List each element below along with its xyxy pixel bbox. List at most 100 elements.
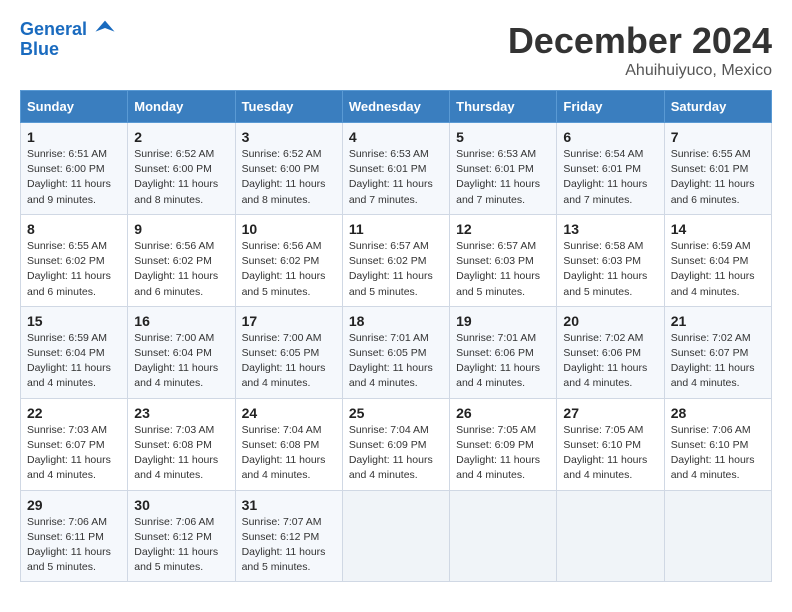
day-number: 10 bbox=[242, 221, 336, 237]
day-number: 18 bbox=[349, 313, 443, 329]
calendar-cell: 1 Sunrise: 6:51 AM Sunset: 6:00 PM Daylig… bbox=[21, 123, 128, 215]
day-number: 26 bbox=[456, 405, 550, 421]
calendar-cell: 12 Sunrise: 6:57 AM Sunset: 6:03 PM Dayli… bbox=[450, 214, 557, 306]
day-number: 5 bbox=[456, 129, 550, 145]
day-info: Sunrise: 6:56 AM Sunset: 6:02 PM Dayligh… bbox=[134, 239, 228, 300]
calendar-cell: 18 Sunrise: 7:01 AM Sunset: 6:05 PM Dayli… bbox=[342, 306, 449, 398]
calendar-cell: 30 Sunrise: 7:06 AM Sunset: 6:12 PM Dayli… bbox=[128, 490, 235, 582]
calendar-cell: 6 Sunrise: 6:54 AM Sunset: 6:01 PM Daylig… bbox=[557, 123, 664, 215]
day-number: 9 bbox=[134, 221, 228, 237]
calendar-cell: 14 Sunrise: 6:59 AM Sunset: 6:04 PM Dayli… bbox=[664, 214, 771, 306]
day-info: Sunrise: 6:57 AM Sunset: 6:03 PM Dayligh… bbox=[456, 239, 550, 300]
calendar-week-row: 15Sunrise: 6:59 AM Sunset: 6:04 PM Dayli… bbox=[21, 306, 772, 398]
day-number: 28 bbox=[671, 405, 765, 421]
day-info: Sunrise: 6:52 AM Sunset: 6:00 PM Dayligh… bbox=[134, 147, 228, 208]
day-info: Sunrise: 7:06 AM Sunset: 6:12 PM Dayligh… bbox=[134, 515, 228, 576]
day-number: 13 bbox=[563, 221, 657, 237]
day-header-monday: Monday bbox=[128, 91, 235, 123]
day-header-sunday: Sunday bbox=[21, 91, 128, 123]
day-info: Sunrise: 7:04 AM Sunset: 6:09 PM Dayligh… bbox=[349, 423, 443, 484]
day-info: Sunrise: 7:00 AM Sunset: 6:05 PM Dayligh… bbox=[242, 331, 336, 392]
calendar-cell: 15Sunrise: 6:59 AM Sunset: 6:04 PM Dayli… bbox=[21, 306, 128, 398]
day-number: 12 bbox=[456, 221, 550, 237]
day-info: Sunrise: 6:57 AM Sunset: 6:02 PM Dayligh… bbox=[349, 239, 443, 300]
day-info: Sunrise: 6:56 AM Sunset: 6:02 PM Dayligh… bbox=[242, 239, 336, 300]
day-number: 14 bbox=[671, 221, 765, 237]
calendar-cell: 19 Sunrise: 7:01 AM Sunset: 6:06 PM Dayli… bbox=[450, 306, 557, 398]
day-number: 31 bbox=[242, 497, 336, 513]
calendar-cell: 31 Sunrise: 7:07 AM Sunset: 6:12 PM Dayli… bbox=[235, 490, 342, 582]
calendar-cell: 25 Sunrise: 7:04 AM Sunset: 6:09 PM Dayli… bbox=[342, 398, 449, 490]
day-number: 25 bbox=[349, 405, 443, 421]
day-number: 27 bbox=[563, 405, 657, 421]
day-number: 8 bbox=[27, 221, 121, 237]
calendar-cell: 16Sunrise: 7:00 AM Sunset: 6:04 PM Dayli… bbox=[128, 306, 235, 398]
day-number: 23 bbox=[134, 405, 228, 421]
day-number: 20 bbox=[563, 313, 657, 329]
day-header-wednesday: Wednesday bbox=[342, 91, 449, 123]
month-title: December 2024 bbox=[508, 20, 772, 62]
day-info: Sunrise: 7:02 AM Sunset: 6:06 PM Dayligh… bbox=[563, 331, 657, 392]
calendar-cell: 4 Sunrise: 6:53 AM Sunset: 6:01 PM Daylig… bbox=[342, 123, 449, 215]
day-number: 19 bbox=[456, 313, 550, 329]
day-header-tuesday: Tuesday bbox=[235, 91, 342, 123]
day-number: 7 bbox=[671, 129, 765, 145]
day-info: Sunrise: 6:53 AM Sunset: 6:01 PM Dayligh… bbox=[456, 147, 550, 208]
day-info: Sunrise: 6:53 AM Sunset: 6:01 PM Dayligh… bbox=[349, 147, 443, 208]
calendar-cell: 21 Sunrise: 7:02 AM Sunset: 6:07 PM Dayli… bbox=[664, 306, 771, 398]
calendar-week-row: 8 Sunrise: 6:55 AM Sunset: 6:02 PM Daylig… bbox=[21, 214, 772, 306]
logo-text-blue: Blue bbox=[20, 40, 116, 60]
calendar-week-row: 1 Sunrise: 6:51 AM Sunset: 6:00 PM Daylig… bbox=[21, 123, 772, 215]
calendar-week-row: 29Sunrise: 7:06 AM Sunset: 6:11 PM Dayli… bbox=[21, 490, 772, 582]
calendar-cell: 22 Sunrise: 7:03 AM Sunset: 6:07 PM Dayli… bbox=[21, 398, 128, 490]
day-number: 4 bbox=[349, 129, 443, 145]
day-number: 16 bbox=[134, 313, 228, 329]
day-info: Sunrise: 6:55 AM Sunset: 6:02 PM Dayligh… bbox=[27, 239, 121, 300]
calendar-table: SundayMondayTuesdayWednesdayThursdayFrid… bbox=[20, 90, 772, 582]
calendar-cell bbox=[450, 490, 557, 582]
logo: General Blue bbox=[20, 20, 116, 60]
day-info: Sunrise: 6:51 AM Sunset: 6:00 PM Dayligh… bbox=[27, 147, 121, 208]
day-number: 17 bbox=[242, 313, 336, 329]
calendar-week-row: 22 Sunrise: 7:03 AM Sunset: 6:07 PM Dayli… bbox=[21, 398, 772, 490]
day-number: 24 bbox=[242, 405, 336, 421]
day-info: Sunrise: 7:04 AM Sunset: 6:08 PM Dayligh… bbox=[242, 423, 336, 484]
logo-text-general: General bbox=[20, 19, 87, 39]
calendar-cell bbox=[664, 490, 771, 582]
day-number: 2 bbox=[134, 129, 228, 145]
day-number: 29 bbox=[27, 497, 121, 513]
day-info: Sunrise: 7:05 AM Sunset: 6:09 PM Dayligh… bbox=[456, 423, 550, 484]
calendar-cell: 9 Sunrise: 6:56 AM Sunset: 6:02 PM Daylig… bbox=[128, 214, 235, 306]
day-info: Sunrise: 6:59 AM Sunset: 6:04 PM Dayligh… bbox=[671, 239, 765, 300]
calendar-cell: 23 Sunrise: 7:03 AM Sunset: 6:08 PM Dayli… bbox=[128, 398, 235, 490]
day-info: Sunrise: 7:01 AM Sunset: 6:06 PM Dayligh… bbox=[456, 331, 550, 392]
calendar-cell bbox=[557, 490, 664, 582]
day-info: Sunrise: 6:52 AM Sunset: 6:00 PM Dayligh… bbox=[242, 147, 336, 208]
page-header: General Blue December 2024 Ahuihuiyuco, … bbox=[20, 20, 772, 80]
calendar-cell: 29Sunrise: 7:06 AM Sunset: 6:11 PM Dayli… bbox=[21, 490, 128, 582]
calendar-cell: 20 Sunrise: 7:02 AM Sunset: 6:06 PM Dayli… bbox=[557, 306, 664, 398]
calendar-cell: 17 Sunrise: 7:00 AM Sunset: 6:05 PM Dayli… bbox=[235, 306, 342, 398]
day-info: Sunrise: 7:01 AM Sunset: 6:05 PM Dayligh… bbox=[349, 331, 443, 392]
calendar-cell: 11 Sunrise: 6:57 AM Sunset: 6:02 PM Dayli… bbox=[342, 214, 449, 306]
location: Ahuihuiyuco, Mexico bbox=[508, 62, 772, 80]
day-info: Sunrise: 7:05 AM Sunset: 6:10 PM Dayligh… bbox=[563, 423, 657, 484]
day-info: Sunrise: 7:03 AM Sunset: 6:08 PM Dayligh… bbox=[134, 423, 228, 484]
day-number: 6 bbox=[563, 129, 657, 145]
calendar-cell: 8 Sunrise: 6:55 AM Sunset: 6:02 PM Daylig… bbox=[21, 214, 128, 306]
day-info: Sunrise: 7:07 AM Sunset: 6:12 PM Dayligh… bbox=[242, 515, 336, 576]
calendar-cell: 2 Sunrise: 6:52 AM Sunset: 6:00 PM Daylig… bbox=[128, 123, 235, 215]
day-info: Sunrise: 6:55 AM Sunset: 6:01 PM Dayligh… bbox=[671, 147, 765, 208]
calendar-cell: 26 Sunrise: 7:05 AM Sunset: 6:09 PM Dayli… bbox=[450, 398, 557, 490]
day-number: 22 bbox=[27, 405, 121, 421]
days-header-row: SundayMondayTuesdayWednesdayThursdayFrid… bbox=[21, 91, 772, 123]
day-number: 1 bbox=[27, 129, 121, 145]
day-number: 30 bbox=[134, 497, 228, 513]
calendar-cell: 24 Sunrise: 7:04 AM Sunset: 6:08 PM Dayli… bbox=[235, 398, 342, 490]
day-number: 11 bbox=[349, 221, 443, 237]
calendar-cell: 10 Sunrise: 6:56 AM Sunset: 6:02 PM Dayli… bbox=[235, 214, 342, 306]
day-number: 21 bbox=[671, 313, 765, 329]
day-info: Sunrise: 6:54 AM Sunset: 6:01 PM Dayligh… bbox=[563, 147, 657, 208]
day-info: Sunrise: 7:02 AM Sunset: 6:07 PM Dayligh… bbox=[671, 331, 765, 392]
day-info: Sunrise: 7:03 AM Sunset: 6:07 PM Dayligh… bbox=[27, 423, 121, 484]
